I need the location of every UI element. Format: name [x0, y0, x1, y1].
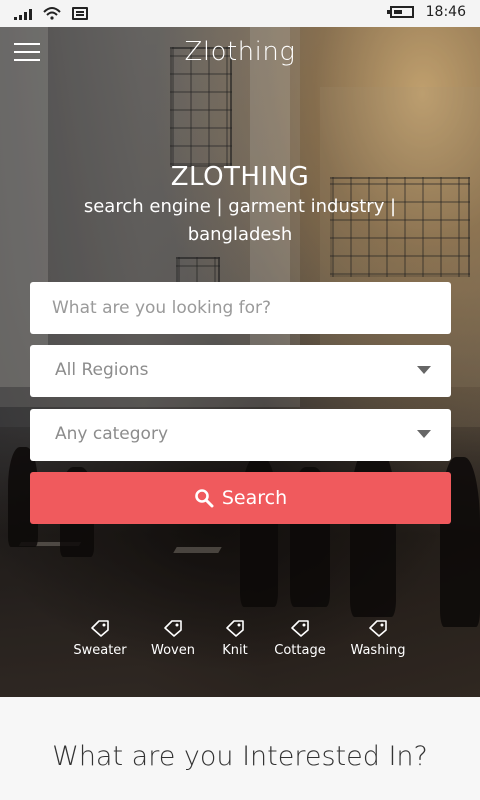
- tag-label: Knit: [222, 643, 248, 658]
- category-select-value: Any category: [55, 424, 168, 444]
- tag-label: Cottage: [274, 643, 326, 658]
- app-title: Zlothing: [184, 37, 296, 67]
- tag-icon: [164, 620, 182, 637]
- battery-icon: [386, 6, 414, 18]
- chevron-down-icon: [417, 430, 431, 438]
- tag-cottage[interactable]: Cottage: [260, 619, 340, 658]
- brand-tagline: search engine | garment industry | bangl…: [83, 196, 397, 245]
- tag-label: Sweater: [73, 643, 127, 658]
- status-bar: 18:46: [0, 0, 480, 27]
- tag-sweater[interactable]: Sweater: [60, 619, 140, 658]
- search-icon: [195, 489, 214, 508]
- status-time: 18:46: [425, 4, 466, 20]
- search-button-label: Search: [221, 487, 288, 509]
- tag-icon: [226, 620, 244, 637]
- tag-label: Washing: [350, 643, 406, 658]
- tag-label: Woven: [151, 643, 195, 658]
- tag-icon: [291, 620, 309, 637]
- section-title: What are you Interested In?: [52, 741, 428, 772]
- message-icon: [72, 7, 88, 20]
- tag-icon: [91, 620, 109, 637]
- region-select[interactable]: All Regions: [30, 345, 451, 397]
- interests-section: What are you Interested In?: [0, 697, 480, 800]
- search-button[interactable]: Search: [30, 472, 451, 524]
- category-select[interactable]: Any category: [30, 409, 451, 461]
- brand-heading: ZLOTHING: [170, 162, 310, 192]
- tag-list: Sweater Woven Knit Cottage Washing: [0, 619, 480, 669]
- region-select-value: All Regions: [55, 360, 149, 380]
- search-field[interactable]: [30, 282, 451, 334]
- signal-icon: [14, 8, 32, 20]
- tag-washing[interactable]: Washing: [338, 619, 418, 658]
- wifi-icon: [43, 7, 61, 20]
- search-input[interactable]: [30, 282, 451, 334]
- tag-icon: [369, 620, 387, 637]
- chevron-down-icon: [417, 366, 431, 374]
- hero-section: Zlothing ZLOTHING search engine | garmen…: [0, 27, 480, 697]
